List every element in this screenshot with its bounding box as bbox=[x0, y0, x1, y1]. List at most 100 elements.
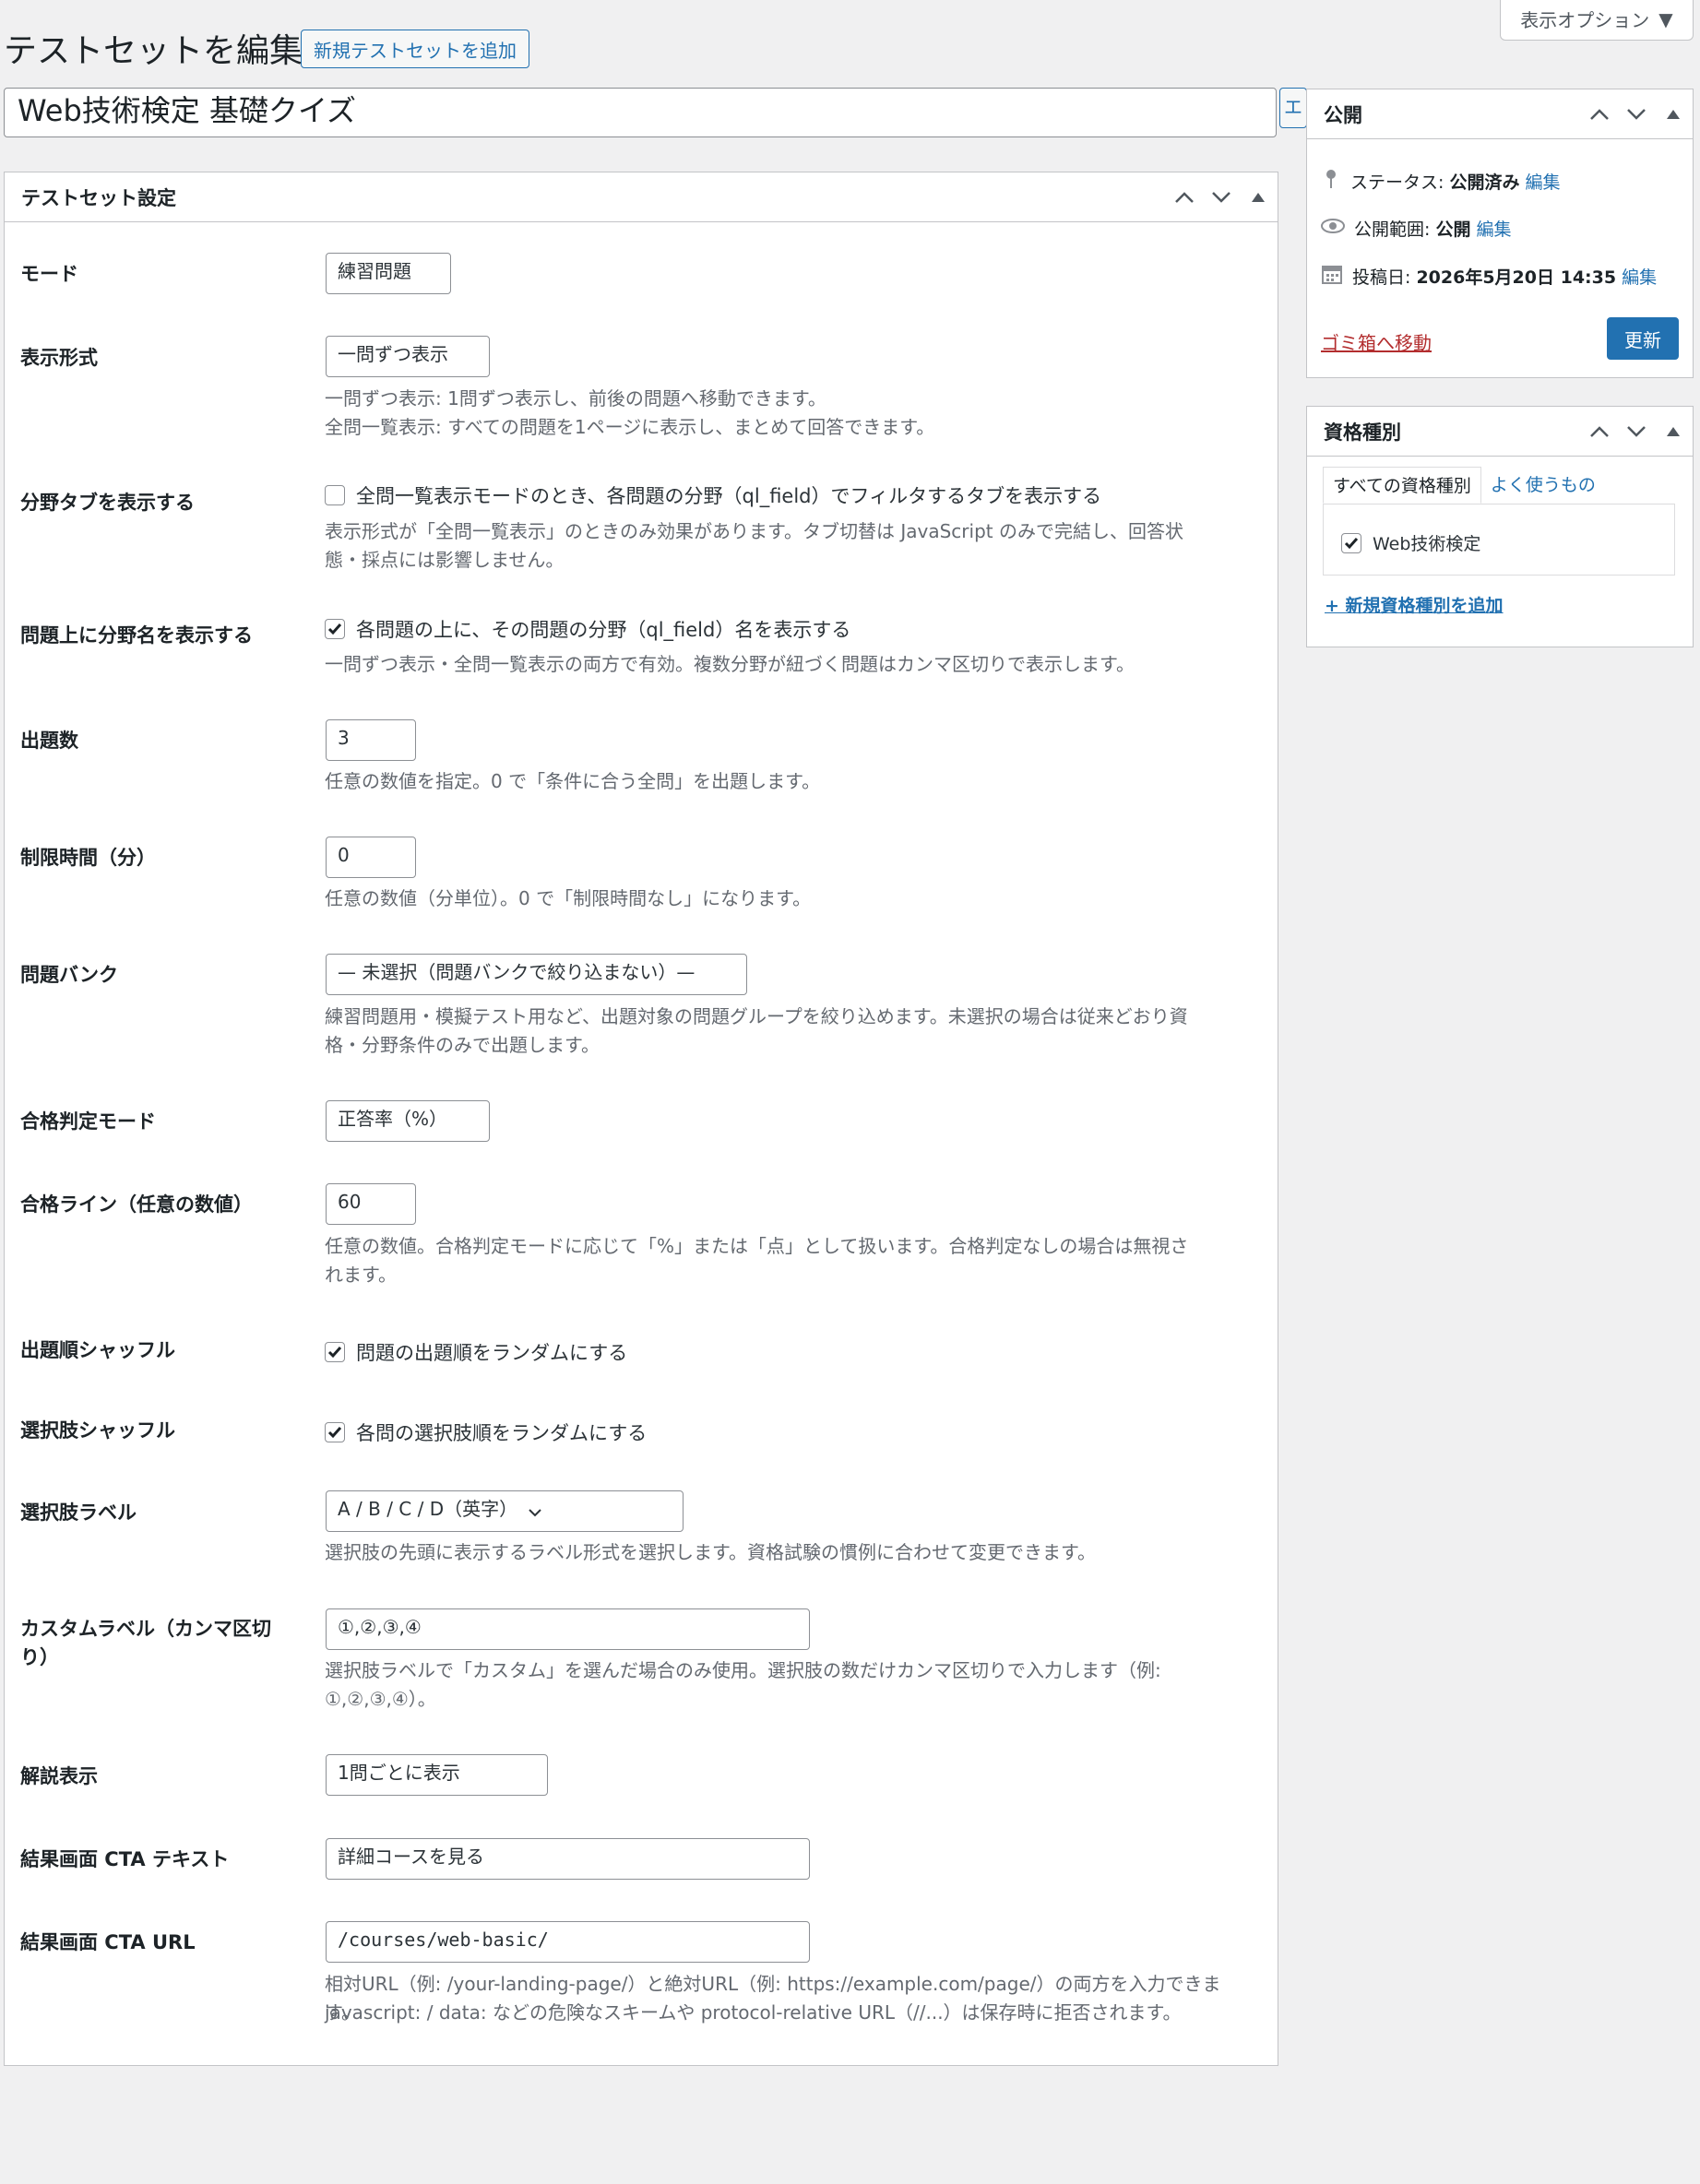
cta-url-desc-2: javascript: / data: などの危険なスキームや protocol… bbox=[325, 2001, 1182, 2024]
status-label: ステータス: bbox=[1350, 172, 1450, 193]
tab-popular-terms[interactable]: よく使うもの bbox=[1481, 467, 1605, 504]
chevron-down-icon bbox=[528, 1493, 542, 1528]
status-value: 公開済み bbox=[1449, 172, 1520, 193]
date-line: 投稿日: 2026年5月20日 14:35 編集 bbox=[1321, 263, 1657, 290]
chevron-up-icon[interactable] bbox=[1172, 185, 1196, 209]
choice-label-value: A / B / C / D（英字） bbox=[338, 1498, 518, 1520]
cta-text-input[interactable]: 詳細コースを見る bbox=[326, 1838, 810, 1880]
shuffle-q-label: 出題順シャッフル bbox=[20, 1339, 175, 1361]
bank-desc-1: 練習問題用・模擬テスト用など、出題対象の問題グループを絞り込めます。未選択の場合… bbox=[325, 1005, 1188, 1027]
trash-link[interactable]: ゴミ箱へ移動 bbox=[1321, 328, 1432, 355]
publish-box-header: 公開 bbox=[1307, 89, 1693, 139]
field-name-cb-label: 各問題の上に、その問題の分野（ql_field）名を表示する bbox=[356, 619, 851, 641]
mode-label: モード bbox=[20, 263, 78, 285]
time-limit-input[interactable]: 0 bbox=[326, 837, 416, 878]
display-select[interactable]: 一問ずつ表示 bbox=[326, 336, 490, 377]
visibility-value: 公開 bbox=[1435, 220, 1471, 240]
field-tabs-checkbox[interactable] bbox=[325, 485, 345, 505]
pass-line-desc-2: れます。 bbox=[325, 1264, 397, 1286]
pass-mode-select[interactable]: 正答率（%） bbox=[326, 1100, 490, 1142]
taxonomy-box-header: 資格種別 bbox=[1307, 407, 1693, 457]
choice-label-select[interactable]: A / B / C / D（英字） bbox=[326, 1490, 684, 1532]
field-tabs-row: 全問一覧表示モードのとき、各問題の分野（ql_field）でフィルタするタブを表… bbox=[325, 481, 1101, 509]
chevron-down-icon[interactable] bbox=[1209, 185, 1233, 209]
term-label: Web技術検定 bbox=[1373, 534, 1481, 554]
bank-label: 問題バンク bbox=[20, 964, 119, 986]
chevron-down-icon[interactable] bbox=[1624, 420, 1648, 444]
publish-box-title: 公開 bbox=[1324, 103, 1362, 126]
field-name-desc-1: 一問ずつ表示・全問一覧表示の両方で有効。複数分野が紐づく問題はカンマ区切りで表示… bbox=[325, 653, 1135, 675]
cta-url-label: 結果画面 CTA URL bbox=[20, 1931, 196, 1953]
date-edit-link[interactable]: 編集 bbox=[1622, 267, 1657, 288]
chevron-down-icon[interactable] bbox=[1624, 102, 1648, 126]
shuffle-c-cb-label: 各問の選択肢順をランダムにする bbox=[356, 1422, 648, 1444]
pass-line-input[interactable]: 60 bbox=[326, 1183, 416, 1225]
chevron-up-icon[interactable] bbox=[1587, 420, 1611, 444]
display-desc-2: 全問一覧表示: すべての問題を1ページに表示し、まとめて回答できます。 bbox=[325, 416, 935, 438]
pin-icon bbox=[1321, 168, 1341, 195]
field-tabs-label: 分野タブを表示する bbox=[20, 492, 195, 514]
eye-icon bbox=[1321, 218, 1345, 239]
cta-text-label: 結果画面 CTA テキスト bbox=[20, 1848, 230, 1870]
triangle-up-icon[interactable] bbox=[1661, 102, 1685, 126]
custom-label-label-1: カスタムラベル（カンマ区切 bbox=[20, 1618, 271, 1640]
settings-box-title: テストセット設定 bbox=[21, 186, 176, 209]
field-name-checkbox[interactable] bbox=[325, 619, 345, 639]
count-input[interactable]: 3 bbox=[326, 719, 416, 761]
explanation-select[interactable]: 1問ごとに表示 bbox=[326, 1754, 548, 1796]
custom-label-desc-1: 選択肢ラベルで「カスタム」を選んだ場合のみ使用。選択肢の数だけカンマ区切りで入力… bbox=[325, 1659, 1161, 1681]
screen-options-label: 表示オプション bbox=[1520, 9, 1650, 31]
pass-line-desc-1: 任意の数値。合格判定モードに応じて「%」または「点」として扱います。合格判定なし… bbox=[325, 1235, 1189, 1257]
bank-select[interactable]: — 未選択（問題バンクで絞り込まない）— bbox=[326, 954, 747, 995]
custom-label-desc-2: ①,②,③,④）。 bbox=[325, 1688, 436, 1710]
term-item: Web技術検定 bbox=[1341, 530, 1480, 555]
visibility-edit-link[interactable]: 編集 bbox=[1477, 220, 1512, 240]
status-edit-link[interactable]: 編集 bbox=[1526, 172, 1561, 193]
display-label: 表示形式 bbox=[20, 347, 98, 369]
count-desc: 任意の数値を指定。0 で「条件に合う全問」を出題します。 bbox=[325, 770, 821, 792]
triangle-down-icon: ▼ bbox=[1658, 7, 1673, 30]
bank-desc-2: 格・分野条件のみで出題します。 bbox=[325, 1034, 600, 1056]
visibility-label: 公開範囲: bbox=[1354, 220, 1436, 240]
count-label: 出題数 bbox=[20, 730, 78, 752]
field-tabs-desc-2: 態・採点には影響しません。 bbox=[325, 549, 565, 571]
time-limit-desc: 任意の数値（分単位）。0 で「制限時間なし」になります。 bbox=[325, 887, 812, 909]
choice-label-desc: 選択肢の先頭に表示するラベル形式を選択します。資格試験の慣例に合わせて変更できま… bbox=[325, 1541, 1096, 1563]
field-tabs-cb-label: 全問一覧表示モードのとき、各問題の分野（ql_field）でフィルタするタブを表… bbox=[356, 485, 1102, 507]
page-title: テストセットを編集 bbox=[4, 32, 303, 70]
field-name-row: 各問題の上に、その問題の分野（ql_field）名を表示する bbox=[325, 615, 850, 643]
settings-box-header: テストセット設定 bbox=[5, 172, 1278, 222]
taxonomy-box-title: 資格種別 bbox=[1324, 421, 1401, 444]
date-label: 投稿日: bbox=[1352, 267, 1417, 288]
status-line: ステータス: 公開済み 編集 bbox=[1321, 168, 1561, 195]
add-new-button[interactable]: 新規テストセットを追加 bbox=[301, 30, 529, 68]
tab-all-terms[interactable]: すべての資格種別 bbox=[1323, 467, 1481, 504]
field-tabs-desc-1: 表示形式が「全問一覧表示」のときのみ効果があります。タブ切替は JavaScri… bbox=[325, 520, 1183, 542]
shuffle-q-row: 問題の出題順をランダムにする bbox=[325, 1338, 627, 1366]
triangle-up-icon[interactable] bbox=[1661, 420, 1685, 444]
pass-line-label: 合格ライン（任意の数値） bbox=[20, 1193, 253, 1216]
triangle-up-icon[interactable] bbox=[1246, 185, 1270, 209]
title-input[interactable]: Web技術検定 基礎クイズ bbox=[4, 88, 1277, 137]
screen-options-button[interactable]: 表示オプション ▼ bbox=[1500, 0, 1694, 41]
date-value: 2026年5月20日 14:35 bbox=[1416, 267, 1617, 288]
add-new-term-link[interactable]: + 新規資格種別を追加 bbox=[1325, 592, 1504, 617]
update-button[interactable]: 更新 bbox=[1607, 317, 1679, 360]
choice-label-label: 選択肢ラベル bbox=[20, 1502, 137, 1524]
shuffle-c-row: 各問の選択肢順をランダムにする bbox=[325, 1418, 647, 1446]
mode-select[interactable]: 練習問題 bbox=[326, 253, 451, 294]
visibility-line: 公開範囲: 公開 編集 bbox=[1321, 216, 1512, 241]
calendar-icon bbox=[1321, 263, 1343, 290]
permalink-edit-button[interactable]: エ bbox=[1279, 88, 1307, 128]
term-checkbox[interactable] bbox=[1341, 532, 1361, 553]
custom-label-input[interactable]: ①,②,③,④ bbox=[326, 1608, 810, 1650]
shuffle-q-checkbox[interactable] bbox=[325, 1342, 345, 1362]
shuffle-c-checkbox[interactable] bbox=[325, 1422, 345, 1442]
shuffle-q-cb-label: 問題の出題順をランダムにする bbox=[356, 1342, 628, 1364]
field-name-label: 問題上に分野名を表示する bbox=[20, 624, 253, 647]
chevron-up-icon[interactable] bbox=[1587, 102, 1611, 126]
pass-mode-label: 合格判定モード bbox=[20, 1110, 156, 1133]
cta-url-input[interactable]: /courses/web-basic/ bbox=[326, 1921, 810, 1963]
taxonomy-tabs: すべての資格種別 よく使うもの bbox=[1323, 467, 1605, 504]
shuffle-c-label: 選択肢シャッフル bbox=[20, 1419, 175, 1442]
